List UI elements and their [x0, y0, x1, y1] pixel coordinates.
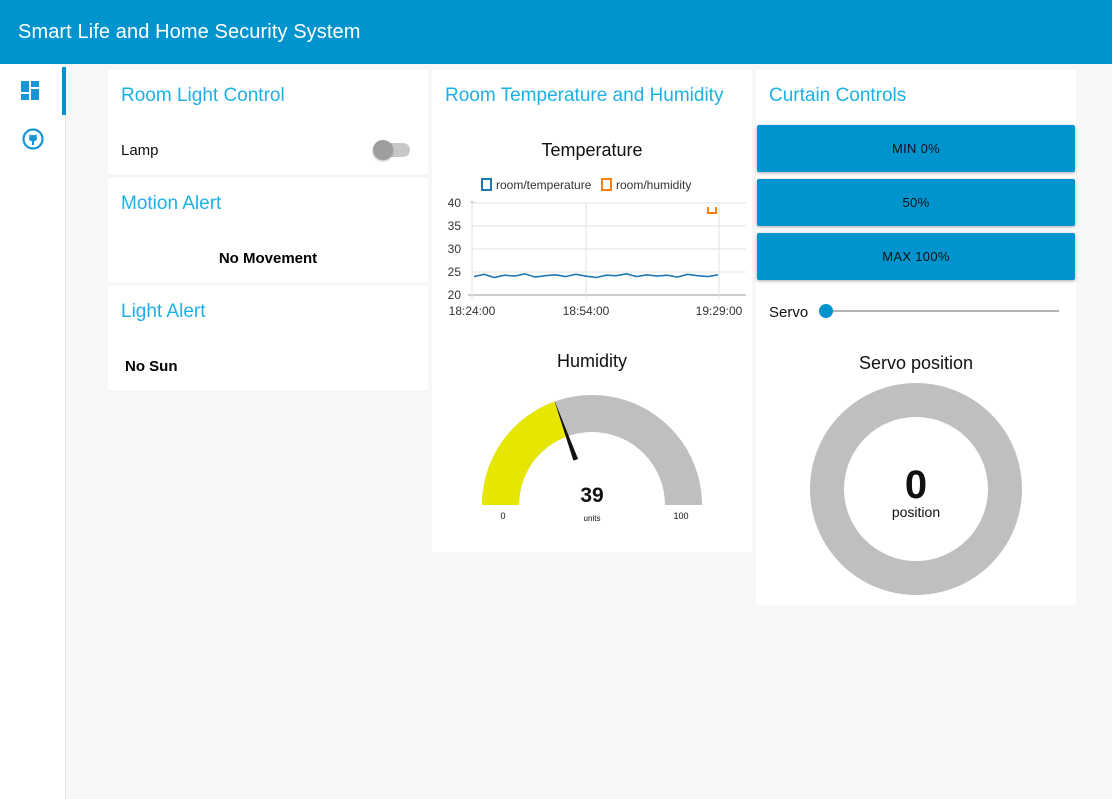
sidebar — [0, 64, 66, 799]
y-tick-label: 35 — [448, 219, 462, 233]
room-temp-title: Room Temperature and Humidity — [445, 85, 724, 106]
donut-value: 0 — [905, 463, 927, 507]
room-light-title: Room Light Control — [121, 85, 285, 106]
series-line-temperature — [473, 272, 719, 279]
lamp-label: Lamp — [121, 142, 159, 159]
x-tick-label: 19:29:00 — [696, 304, 743, 318]
chart-series — [473, 207, 719, 279]
dashboard-icon — [21, 81, 39, 100]
top-toolbar: Smart Life and Home Security System — [0, 0, 1112, 64]
github-icon — [22, 128, 44, 150]
gauge-max: 100 — [673, 511, 688, 521]
temperature-chart-title: Temperature — [541, 140, 643, 160]
light-alert-title: Light Alert — [121, 301, 206, 322]
curtain-min-button[interactable]: MIN 0% — [757, 125, 1075, 172]
room-light-card: Room Light Control Lamp — [108, 70, 428, 174]
servo-position-title: Servo position — [858, 353, 974, 373]
servo-position-donut: 0 position — [810, 383, 1022, 595]
motion-alert-title: Motion Alert — [121, 193, 222, 214]
x-tick-label: 18:24:00 — [449, 304, 496, 318]
y-tick-label: 25 — [448, 265, 462, 279]
light-status: No Sun — [125, 358, 178, 375]
chart-x-ticks: 18:24:00 18:54:00 19:29:00 — [449, 304, 743, 318]
donut-label: position — [892, 504, 940, 520]
app-title: Smart Life and Home Security System — [18, 21, 361, 43]
y-tick-label: 30 — [448, 242, 462, 256]
curtain-title: Curtain Controls — [769, 85, 907, 106]
legend-swatch — [481, 178, 492, 191]
gauge-units: units — [584, 514, 601, 523]
light-alert-card: Light Alert No Sun — [108, 286, 428, 390]
series-mark-humidity — [707, 207, 717, 214]
sidebar-item-dashboard[interactable] — [0, 67, 66, 115]
legend-label: room/temperature — [496, 178, 592, 192]
gauge-value-arc — [482, 401, 568, 505]
chart-grid — [468, 201, 746, 299]
chart-y-ticks: 40 35 30 25 20 — [448, 196, 462, 302]
room-temp-card: Room Temperature and Humidity Temperatur… — [432, 70, 752, 552]
legend-swatch — [601, 178, 612, 191]
temperature-chart: room/temperature room/humidity 40 35 30 25 20… — [448, 178, 746, 318]
curtain-max-button[interactable]: MAX 100% — [757, 233, 1075, 280]
legend-label: room/humidity — [616, 178, 691, 192]
humidity-gauge: 39 units 0 100 — [482, 395, 702, 523]
lamp-toggle-thumb — [373, 140, 393, 160]
motion-alert-card: Motion Alert No Movement — [108, 178, 428, 282]
chart-legend: room/temperature room/humidity — [481, 178, 691, 192]
motion-status: No Movement — [218, 250, 318, 267]
lamp-toggle[interactable] — [373, 140, 410, 160]
servo-slider-thumb[interactable] — [819, 304, 833, 318]
y-tick-label: 20 — [448, 288, 462, 302]
sidebar-item-github[interactable] — [0, 115, 66, 163]
humidity-gauge-title: Humidity — [556, 351, 627, 371]
x-tick-label: 18:54:00 — [563, 304, 610, 318]
curtain-50-button[interactable]: 50% — [757, 179, 1075, 226]
y-tick-label: 40 — [448, 196, 462, 210]
gauge-value: 39 — [580, 484, 603, 507]
servo-label: Servo — [769, 304, 809, 321]
gauge-min: 0 — [500, 511, 505, 521]
servo-slider[interactable] — [819, 304, 1059, 318]
